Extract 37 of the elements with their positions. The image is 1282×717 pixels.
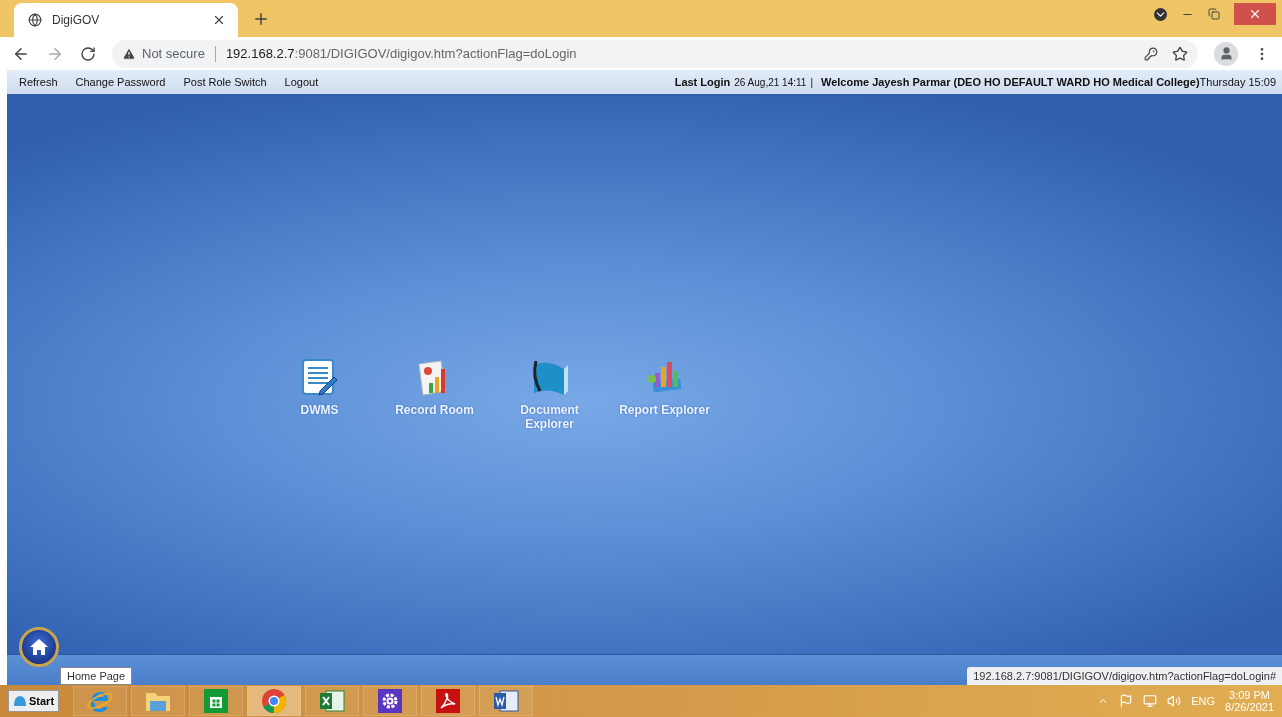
menu-link[interactable]: Change Password (75, 76, 166, 88)
browser-tab[interactable]: DigiGOV (14, 3, 238, 37)
tooltip: Home Page (60, 667, 133, 685)
word-document-icon (492, 689, 521, 713)
close-tab-icon[interactable] (212, 13, 226, 27)
profile-icon[interactable] (1214, 41, 1238, 66)
chrome-icon (261, 688, 288, 714)
close-icon (1248, 7, 1262, 21)
pdf-icon (436, 689, 461, 713)
key-icon[interactable] (1144, 45, 1158, 62)
reload-icon[interactable] (80, 45, 96, 62)
address-bar[interactable]: Not secure 192.168.2.7:9081/DIGIGOV/digigov.htm?actionFlag=doLogin (112, 39, 1198, 68)
menu-link[interactable]: Logout (284, 76, 319, 88)
star-icon[interactable] (1172, 45, 1188, 62)
document-pencil-icon (301, 359, 338, 397)
restore-icon[interactable] (1208, 8, 1220, 20)
new-tab-icon[interactable] (252, 10, 270, 28)
last-login-time: 26 Aug,21 14:11 (734, 76, 807, 88)
last-login-label: Last Login (674, 76, 731, 88)
day-time: Thursday 15:09 (1199, 76, 1276, 88)
globe-icon (28, 13, 42, 27)
warning-icon (122, 46, 136, 61)
security-label: Not secure (142, 46, 205, 61)
status-url: 192.168.2.7:9081/DIGIGOV/digigov.htm?actionFlag=doLogin# (967, 667, 1282, 685)
welcome-text: Welcome Jayesh Parmar (DEO HO DEFAULT WARD HO Medical College) (821, 76, 1200, 88)
separator-text: | (810, 76, 813, 88)
home-icon (29, 638, 49, 656)
dropdown-icon[interactable] (1154, 7, 1167, 21)
menu-link[interactable]: Post Role Switch (183, 76, 267, 88)
store-bag-icon (204, 689, 229, 713)
spreadsheet-icon (318, 689, 347, 713)
shell-icon (13, 695, 27, 707)
tab-title: DigiGOV (52, 13, 101, 27)
page-url: 192.168.2.7:9081/DIGIGOV/digigov.htm?actionFlag=doLogin (225, 46, 577, 61)
start-button[interactable]: Start (8, 690, 60, 712)
settings-icon (378, 689, 403, 713)
menu-link[interactable]: Refresh (19, 76, 58, 88)
